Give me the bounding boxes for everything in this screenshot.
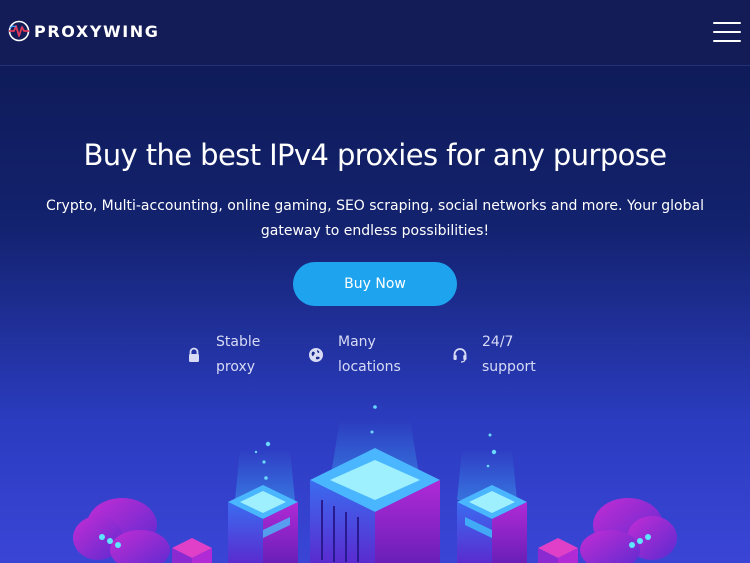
feature-label: Many locations xyxy=(338,334,401,375)
feature-support: 24/7 support xyxy=(452,330,536,380)
lock-icon xyxy=(189,347,199,362)
central-server xyxy=(310,448,440,563)
feature-label: Stable proxy xyxy=(216,334,261,375)
feature-stable-proxy: Stable proxy xyxy=(186,330,260,380)
top-navbar: PROXYWING xyxy=(0,0,750,66)
small-cube-left xyxy=(172,538,212,563)
buy-now-button[interactable]: Buy Now xyxy=(293,262,457,306)
small-cube-right xyxy=(538,538,578,563)
menu-bar-line xyxy=(713,40,741,42)
globe-icon xyxy=(309,348,323,362)
headset-icon xyxy=(453,348,467,363)
hero-title: Buy the best IPv4 proxies for any purpos… xyxy=(83,138,667,172)
feature-label: 24/7 support xyxy=(482,334,536,375)
brand-logo[interactable]: PROXYWING xyxy=(7,20,160,42)
cloud-right xyxy=(580,498,677,563)
menu-bar-line xyxy=(713,22,741,24)
hero-subtitle: Crypto, Multi-accounting, online gaming,… xyxy=(46,198,704,239)
brand-name: PROXYWING xyxy=(34,21,160,41)
logo-wing-icon xyxy=(8,20,30,42)
hamburger-menu-icon[interactable] xyxy=(713,22,741,43)
menu-bar-line xyxy=(713,31,741,33)
feature-many-locations: Many locations xyxy=(308,330,401,380)
server-isometric-illustration xyxy=(73,405,677,563)
cloud-left xyxy=(73,498,170,563)
